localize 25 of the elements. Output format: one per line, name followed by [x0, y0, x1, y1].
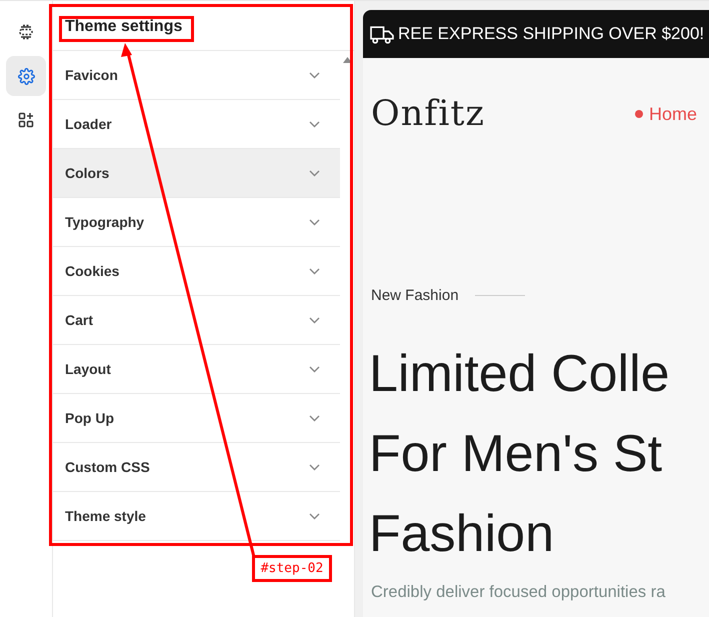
description-text: Credibly deliver focused opportunities ra: [371, 582, 666, 603]
chevron-down-icon: [309, 120, 320, 128]
settings-icon: [18, 68, 34, 84]
scroll-up-icon[interactable]: [342, 57, 352, 63]
nav-link[interactable]: Home: [634, 100, 697, 128]
accordion-item[interactable]: Colors: [53, 149, 340, 198]
eyebrow-text: New Fashion: [371, 286, 459, 306]
chevron-down-icon: [309, 218, 320, 226]
chevron-down-icon: [309, 316, 320, 324]
hero-heading-line: For Men's St: [369, 424, 664, 485]
logo[interactable]: Onfitz: [371, 88, 485, 140]
chevron-down-icon: [309, 464, 320, 470]
chevron-down-icon: [309, 512, 320, 520]
hero-heading-line: Limited Colle: [369, 344, 671, 405]
banner-text: REE EXPRESS SHIPPING OVER $200!: [398, 23, 704, 46]
layout-icon: [18, 24, 34, 40]
chevron-down-icon: [309, 268, 320, 274]
add-widget-icon: [18, 112, 34, 128]
annotation-label: #step-02: [252, 555, 332, 582]
hero-heading-line: Fashion: [369, 504, 555, 565]
chevron-down-icon: [309, 72, 320, 78]
chevron-down-icon: [309, 414, 320, 422]
truck-icon: [370, 24, 394, 44]
chevron-down-icon: [309, 366, 320, 372]
chevron-down-icon: [309, 170, 320, 176]
